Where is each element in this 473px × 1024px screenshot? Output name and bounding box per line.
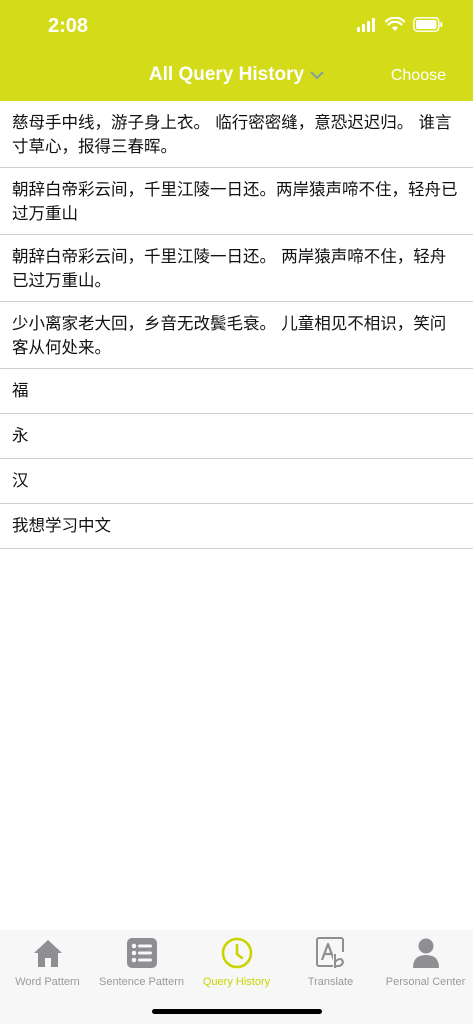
clock-icon xyxy=(221,937,252,969)
history-item[interactable]: 汉 xyxy=(0,459,473,504)
history-list: 慈母手中线，游子身上衣。 临行密密缝，意恐迟迟归。 谁言寸草心，报得三春晖。 朝… xyxy=(0,101,473,549)
home-indicator xyxy=(152,1009,322,1014)
tab-personal-center[interactable]: Personal Center xyxy=(378,936,473,988)
person-icon xyxy=(412,938,439,968)
history-item[interactable]: 福 xyxy=(0,369,473,414)
history-item-text: 朝辞白帝彩云间，千里江陵一日还。 两岸猿声啼不住，轻舟已过万重山。 xyxy=(12,247,447,290)
tab-label: Translate xyxy=(307,976,354,988)
history-item[interactable]: 朝辞白帝彩云间，千里江陵一日还。两岸猿声啼不住，轻舟已过万重山 xyxy=(0,168,473,235)
history-item[interactable]: 我想学习中文 xyxy=(0,504,473,549)
tab-sentence-pattern[interactable]: Sentence Pattern xyxy=(94,936,189,988)
tab-label: Personal Center xyxy=(385,976,466,988)
history-item-text: 我想学习中文 xyxy=(12,516,111,535)
history-item-text: 朝辞白帝彩云间，千里江陵一日还。两岸猿声啼不住，轻舟已过万重山 xyxy=(12,180,458,223)
translate-icon xyxy=(315,937,345,968)
choose-button[interactable]: Choose xyxy=(391,67,446,85)
page-title: All Query History xyxy=(148,64,305,85)
tab-query-history[interactable]: Query History xyxy=(189,936,284,988)
tab-label: Query History xyxy=(202,976,271,988)
history-item[interactable]: 朝辞白帝彩云间，千里江陵一日还。 两岸猿声啼不住，轻舟已过万重山。 xyxy=(0,235,473,302)
history-item-text: 汉 xyxy=(12,471,29,490)
battery-icon xyxy=(413,17,443,32)
history-item-text: 福 xyxy=(12,381,29,400)
tab-label: Sentence Pattern xyxy=(98,976,184,988)
header: 2:08 All Query History Choose xyxy=(0,0,473,101)
status-icons xyxy=(357,17,443,32)
home-icon xyxy=(33,940,62,967)
signal-icon xyxy=(357,17,375,32)
list-icon xyxy=(126,938,157,968)
history-item-text: 永 xyxy=(12,426,29,445)
chevron-down-icon xyxy=(310,71,324,79)
tab-label: Word Pattern xyxy=(15,976,80,988)
history-item[interactable]: 慈母手中线，游子身上衣。 临行密密缝，意恐迟迟归。 谁言寸草心，报得三春晖。 xyxy=(0,101,473,168)
wifi-icon xyxy=(385,17,405,31)
screen: 2:08 All Query History Choose 慈母手中线，游子身上… xyxy=(0,0,473,1024)
history-item-text: 慈母手中线，游子身上衣。 临行密密缝，意恐迟迟归。 谁言寸草心，报得三春晖。 xyxy=(12,113,452,156)
tab-word-pattern[interactable]: Word Pattern xyxy=(0,936,95,988)
history-item[interactable]: 永 xyxy=(0,414,473,459)
status-time: 2:08 xyxy=(48,15,89,37)
history-item[interactable]: 少小离家老大回，乡音无改鬓毛衰。 儿童相见不相识，笑问客从何处来。 xyxy=(0,302,473,369)
tab-translate[interactable]: Translate xyxy=(283,936,378,988)
history-item-text: 少小离家老大回，乡音无改鬓毛衰。 儿童相见不相识，笑问客从何处来。 xyxy=(12,314,447,357)
